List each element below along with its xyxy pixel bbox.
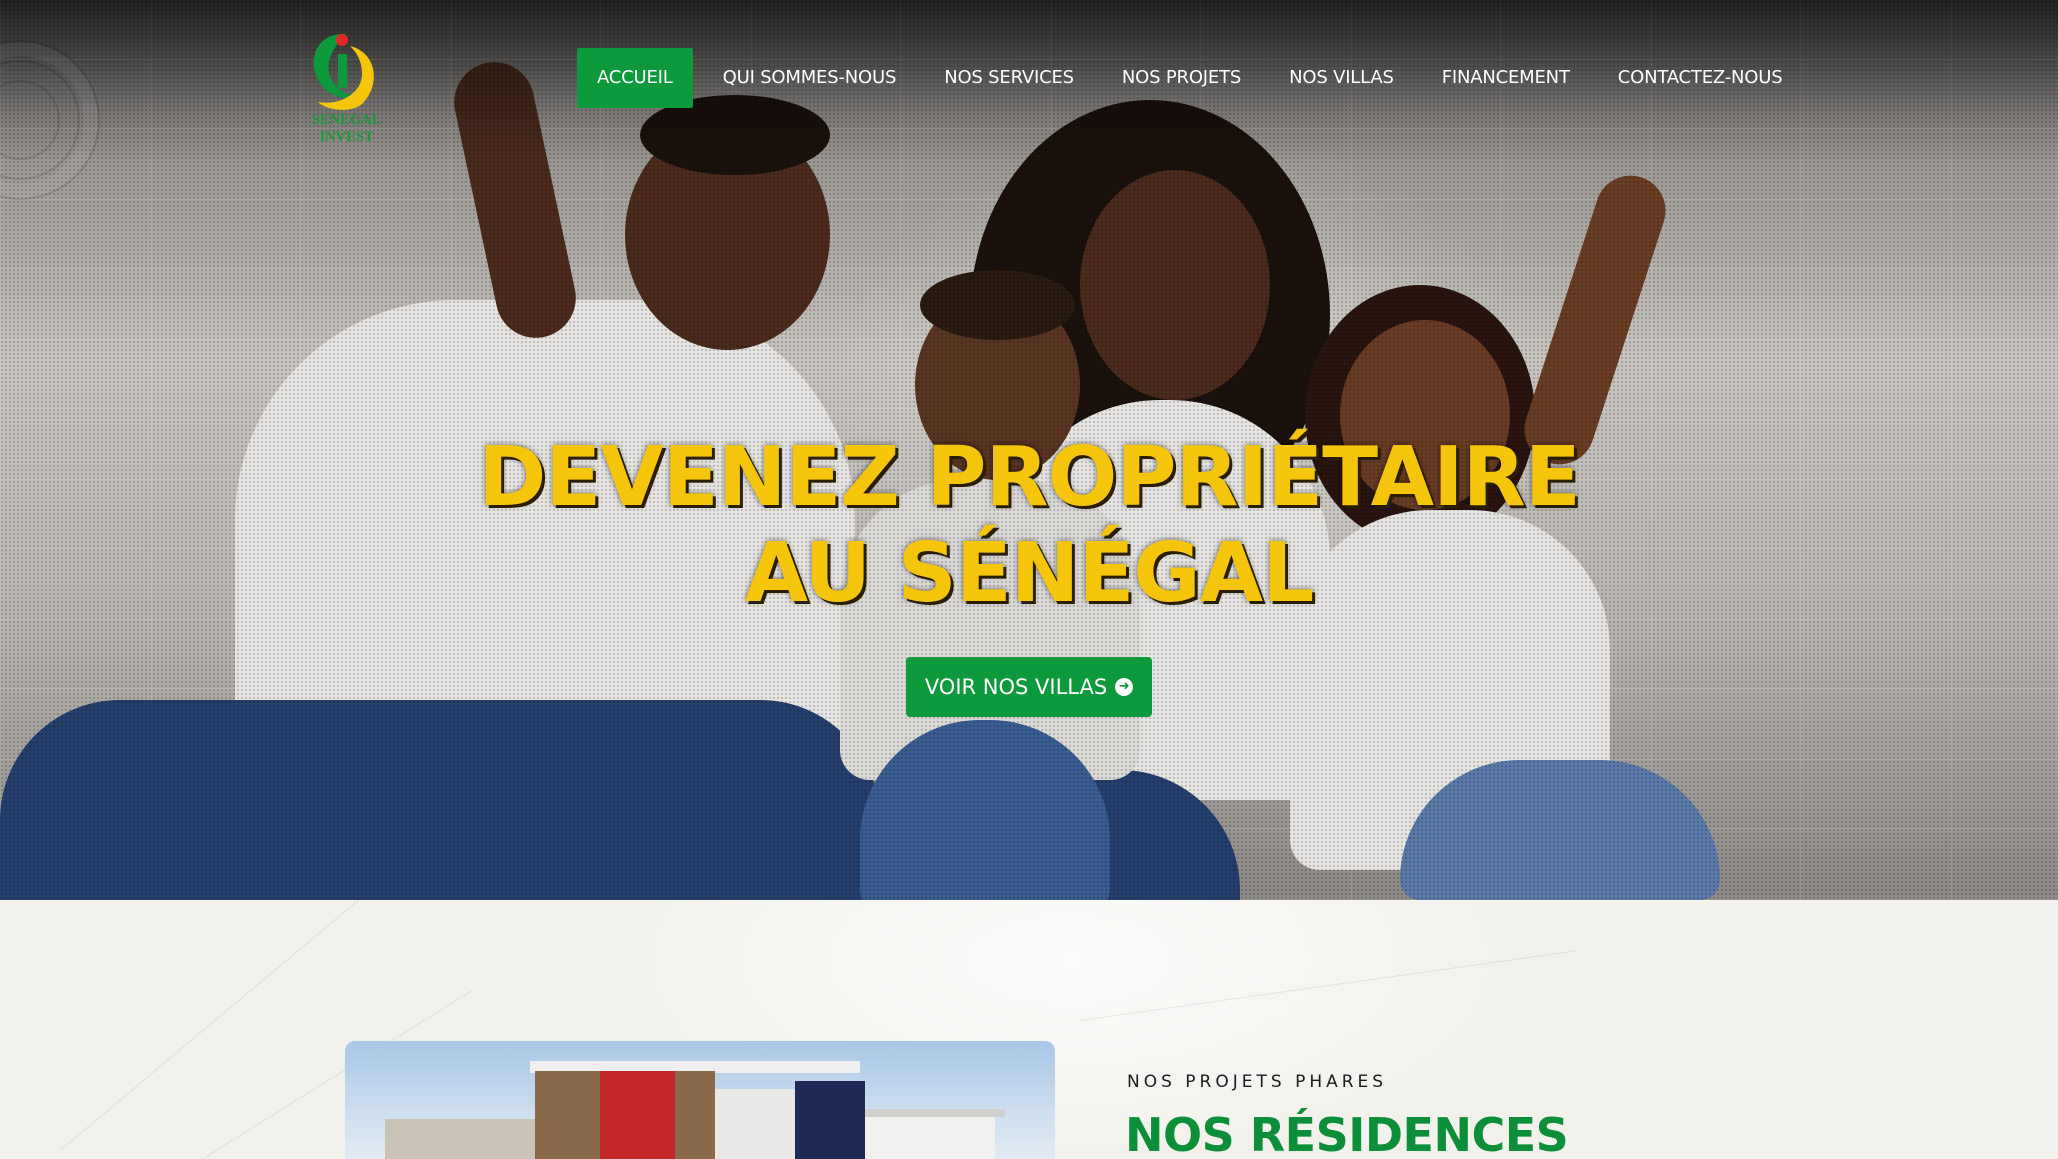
arrow-circle-right-icon: ➜ xyxy=(1115,678,1134,696)
nav-item-contactez-nous[interactable]: CONTACTEZ-NOUS xyxy=(1594,48,1807,108)
nav-item-accueil[interactable]: ACCUEIL xyxy=(577,48,693,108)
logo-mark-icon xyxy=(313,33,374,110)
nav-item-nos-villas[interactable]: NOS VILLAS xyxy=(1265,48,1418,108)
hero-title-line-1: DEVENEZ PROPRIÉTAIRE xyxy=(478,430,1581,525)
nav-item-nos-projets[interactable]: NOS PROJETS xyxy=(1098,48,1265,108)
nav-item-qui-sommes-nous[interactable]: QUI SOMMES-NOUS xyxy=(699,48,921,108)
cta-label: VOIR NOS VILLAS xyxy=(924,675,1108,699)
hero-title-line-2: AU SÉNÉGAL xyxy=(744,526,1315,621)
logo-text: SENEGAL INVEST xyxy=(311,112,382,145)
projects-section: NOS PROJETS PHARES NOS RÉSIDENCES xyxy=(0,900,2058,1159)
projects-title: NOS RÉSIDENCES xyxy=(1125,1108,1569,1159)
projects-eyebrow: NOS PROJETS PHARES xyxy=(1127,1072,1388,1092)
logo[interactable]: SENEGAL INVEST xyxy=(284,26,404,145)
nav-item-financement[interactable]: FINANCEMENT xyxy=(1418,48,1594,108)
project-image[interactable] xyxy=(345,1041,1055,1159)
hero-title: DEVENEZ PROPRIÉTAIRE AU SÉNÉGAL xyxy=(0,430,2058,622)
decorative-line xyxy=(59,900,383,1151)
main-navigation: ACCUEIL QUI SOMMES-NOUS NOS SERVICES NOS… xyxy=(577,48,1806,108)
hero-banner: SENEGAL INVEST ACCUEIL QUI SOMMES-NOUS N… xyxy=(0,0,2058,900)
voir-nos-villas-button[interactable]: VOIR NOS VILLAS ➜ xyxy=(906,657,1152,717)
nav-item-nos-services[interactable]: NOS SERVICES xyxy=(920,48,1098,108)
